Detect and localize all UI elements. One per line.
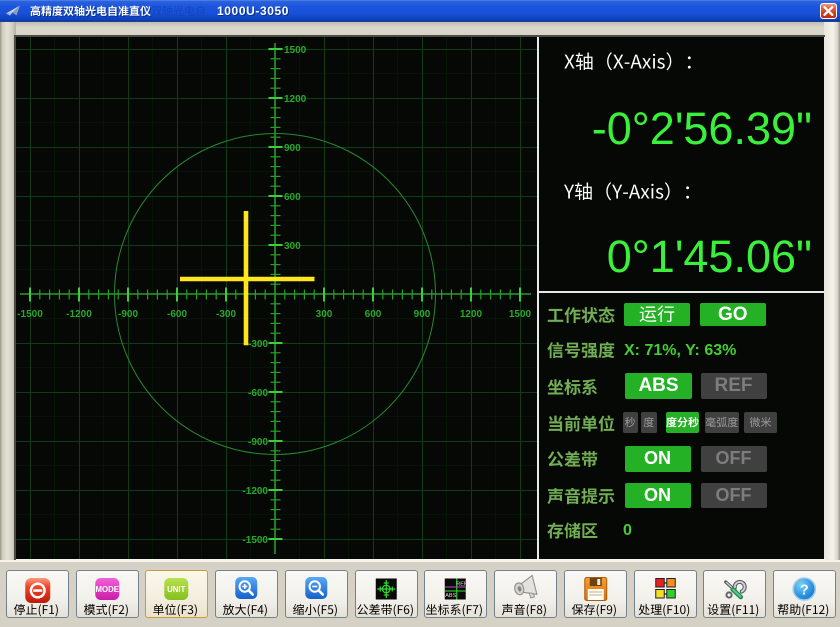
svg-text:1500: 1500	[284, 45, 307, 56]
svg-text:?: ?	[800, 583, 809, 599]
svg-text:-900: -900	[118, 309, 138, 320]
svg-text:600: 600	[365, 309, 382, 320]
svg-text:900: 900	[284, 143, 301, 154]
svg-text:-300: -300	[216, 309, 236, 320]
svg-text:1200: 1200	[284, 94, 307, 105]
svg-text:MODE: MODE	[96, 585, 119, 594]
svg-text:1200: 1200	[460, 309, 483, 320]
svg-text:-600: -600	[248, 388, 268, 399]
svg-text:-1500: -1500	[17, 309, 43, 320]
svg-text:900: 900	[414, 309, 431, 320]
svg-text:-1200: -1200	[242, 486, 268, 497]
svg-text:UNIT: UNIT	[167, 585, 185, 594]
svg-text:300: 300	[284, 241, 301, 252]
svg-text:-600: -600	[167, 309, 187, 320]
svg-text:-1200: -1200	[66, 309, 92, 320]
svg-text:ABS: ABS	[445, 593, 456, 599]
svg-text:-1500: -1500	[242, 535, 268, 546]
svg-text:REF: REF	[456, 582, 468, 588]
svg-text:1500: 1500	[509, 309, 532, 320]
svg-text:300: 300	[316, 309, 333, 320]
svg-text:600: 600	[284, 192, 301, 203]
svg-text:-900: -900	[248, 437, 268, 448]
svg-text:-300: -300	[248, 339, 268, 350]
